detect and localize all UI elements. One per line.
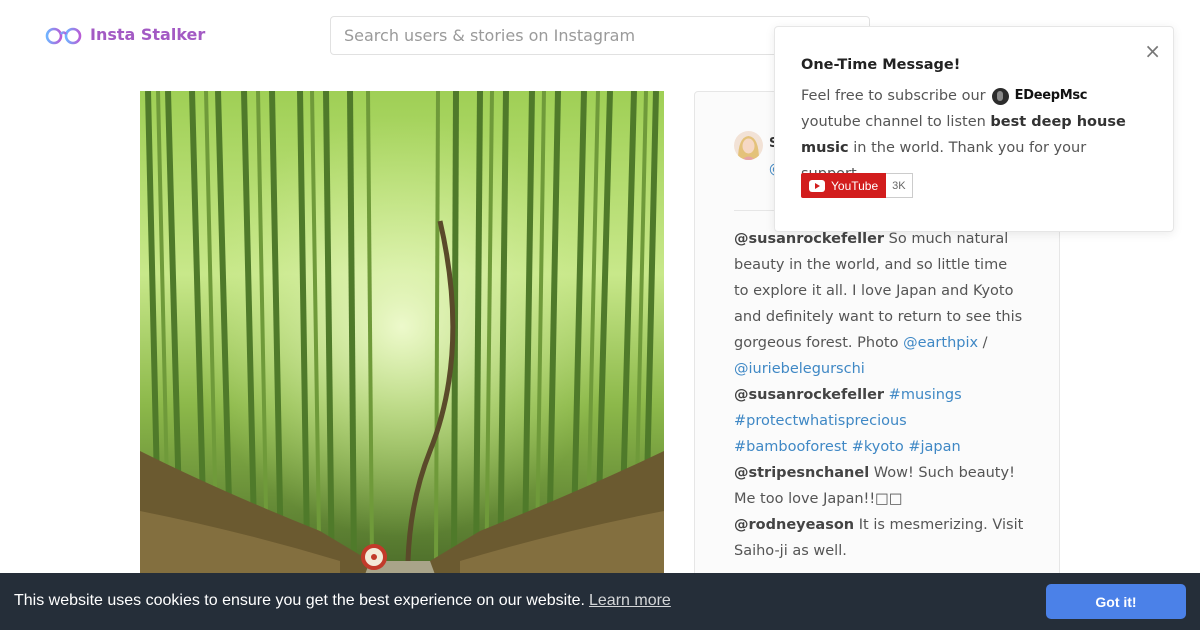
channel-name: EDeepMsc [1014, 88, 1088, 103]
comment-tag[interactable]: #kyoto [852, 439, 904, 455]
comment: @rodneyeason It is mesmerizing. Visit Sa… [734, 512, 1024, 564]
youtube-button[interactable]: YouTube [801, 173, 887, 198]
youtube-subscriber-count: 3K [886, 173, 913, 198]
youtube-play-icon [809, 179, 825, 192]
comment-tag[interactable]: @earthpix [903, 335, 978, 351]
comment-tag[interactable]: #bambooforest [734, 439, 847, 455]
youtube-subscribe[interactable]: YouTube 3K [801, 173, 913, 198]
comment-tag[interactable]: #musings [889, 387, 962, 403]
comment-user[interactable]: @susanrockefeller [734, 387, 884, 403]
comment-user[interactable]: @stripesnchanel [734, 465, 869, 481]
post-image[interactable] [140, 91, 664, 615]
comment-tag[interactable]: #japan [908, 439, 960, 455]
logo-text: Insta Stalker [90, 24, 206, 44]
learn-more-link[interactable]: Learn more [589, 592, 671, 609]
channel-link[interactable]: EDeepMsc [991, 83, 1088, 109]
popup-title: One-Time Message! [801, 57, 961, 73]
comment: @susanrockefeller So much natural beauty… [734, 226, 1024, 382]
close-icon[interactable]: × [1144, 41, 1161, 61]
comment-user[interactable]: @susanrockefeller [734, 231, 884, 247]
cookie-banner: This website uses cookies to ensure you … [0, 573, 1200, 630]
channel-logo-icon [991, 87, 1009, 105]
comment: @stripesnchanel Wow! Such beauty! Me too… [734, 460, 1024, 512]
glasses-icon [45, 27, 82, 45]
got-it-button[interactable]: Got it! [1046, 584, 1186, 619]
popup-text: Feel free to subscribe our [801, 88, 986, 104]
comments-list: @susanrockefeller So much natural beauty… [734, 226, 1024, 564]
comment: @susanrockefeller #musings #protectwhati… [734, 382, 1024, 460]
comment-text: So much natural beauty in the world, and… [734, 231, 1023, 351]
youtube-label: YouTube [831, 178, 879, 193]
bamboo-forest-photo [140, 91, 664, 615]
cookie-message-text: This website uses cookies to ensure you … [14, 592, 585, 609]
avatar[interactable] [734, 131, 763, 160]
one-time-message-popup: × One-Time Message! Feel free to subscri… [774, 26, 1174, 232]
comment-tag[interactable]: #protectwhatisprecious [734, 413, 907, 429]
popup-body: Feel free to subscribe our EDeepMsc youtub… [801, 83, 1151, 187]
comment-tag[interactable]: @iuriebelegurschi [734, 361, 865, 377]
popup-text: youtube channel to listen [801, 114, 986, 130]
comment-separator: / [978, 335, 988, 351]
cookie-message: This website uses cookies to ensure you … [14, 592, 671, 610]
logo[interactable]: Insta Stalker [45, 22, 205, 46]
comment-user[interactable]: @rodneyeason [734, 517, 854, 533]
